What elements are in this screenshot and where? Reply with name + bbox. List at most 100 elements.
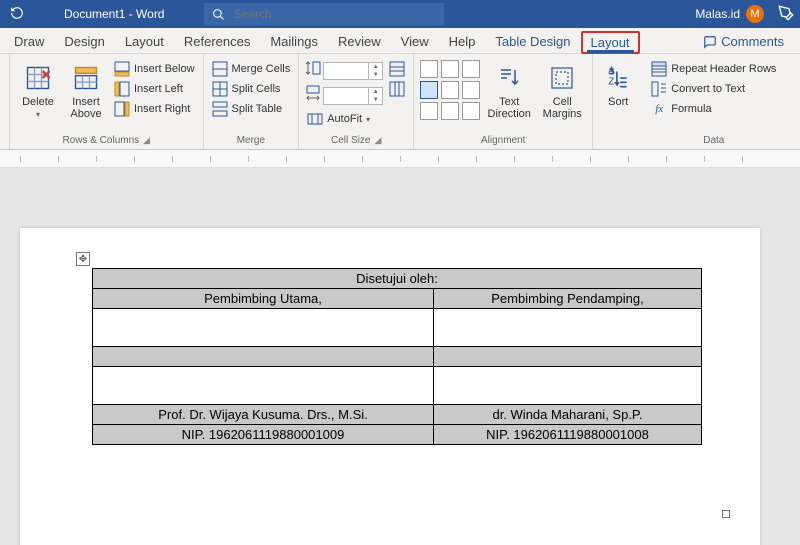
table-resize-handle[interactable] <box>722 510 730 518</box>
search-box[interactable] <box>204 3 444 25</box>
blank-cell[interactable] <box>93 367 434 405</box>
group-data: Repeat Header Rows Convert to Text fxFor… <box>643 54 784 149</box>
horizontal-ruler[interactable] <box>0 150 800 168</box>
document-table[interactable]: Disetujui oleh: Pembimbing Utama, Pembim… <box>92 268 702 445</box>
pen-icon[interactable] <box>778 5 794 24</box>
convert-text-icon <box>651 81 667 97</box>
col-width-input[interactable]: ▲▼ <box>323 87 383 105</box>
repeat-header-button[interactable]: Repeat Header Rows <box>649 60 778 78</box>
align-bottom-center[interactable] <box>441 102 459 120</box>
autofit-icon <box>307 111 323 127</box>
align-center[interactable] <box>441 81 459 99</box>
user-avatar[interactable]: M <box>746 5 764 23</box>
text-direction-button[interactable]: Text Direction <box>484 60 534 132</box>
col1-name[interactable]: Prof. Dr. Wijaya Kusuma. Drs., M.Si. <box>93 405 434 425</box>
delete-button[interactable]: Delete ▾ <box>16 60 60 132</box>
insert-right-button[interactable]: Insert Right <box>112 100 197 118</box>
split-table-button[interactable]: Split Table <box>210 100 293 118</box>
col1-nip[interactable]: NIP. 1962061119880001009 <box>93 425 434 445</box>
blank-shaded-cell[interactable] <box>93 347 434 367</box>
blank-shaded-cell[interactable] <box>434 347 702 367</box>
tab-draw[interactable]: Draw <box>4 30 54 53</box>
ribbon-tabs: Draw Design Layout References Mailings R… <box>0 28 800 54</box>
dialog-launcher-icon[interactable]: ◢ <box>143 135 150 146</box>
text-direction-icon <box>497 66 521 90</box>
svg-text:Z: Z <box>608 77 614 88</box>
tab-layout[interactable]: Layout <box>115 30 174 53</box>
blank-cell[interactable] <box>93 309 434 347</box>
col-width-icon <box>305 85 321 106</box>
merge-cells-button[interactable]: Merge Cells <box>210 60 293 78</box>
insert-right-icon <box>114 101 130 117</box>
group-merge: Merge Cells Split Cells Split Table Merg… <box>204 54 300 149</box>
convert-text-button[interactable]: Convert to Text <box>649 80 778 98</box>
blank-cell[interactable] <box>434 309 702 347</box>
tab-design[interactable]: Design <box>54 30 114 53</box>
split-cells-icon <box>212 81 228 97</box>
chevron-down-icon: ▾ <box>36 110 40 119</box>
autofit-button[interactable]: AutoFit ▾ <box>305 110 383 128</box>
comment-icon <box>703 35 717 49</box>
group-cell-size: ▲▼ ▲▼ AutoFit ▾ Cell Size◢ <box>299 54 414 149</box>
align-center-left[interactable] <box>420 81 438 99</box>
tab-table-layout[interactable]: Layout <box>581 31 640 54</box>
tab-review[interactable]: Review <box>328 30 391 53</box>
align-top-right[interactable] <box>462 60 480 78</box>
insert-below-button[interactable]: Insert Below <box>112 60 197 78</box>
tab-mailings[interactable]: Mailings <box>260 30 328 53</box>
align-bottom-left[interactable] <box>420 102 438 120</box>
alignment-grid <box>420 60 480 120</box>
svg-text:A: A <box>608 66 615 77</box>
delete-icon <box>24 64 52 92</box>
document-area[interactable]: ✥ Disetujui oleh: Pembimbing Utama, Pemb… <box>0 168 800 545</box>
formula-button[interactable]: fxFormula <box>649 100 778 118</box>
split-cells-button[interactable]: Split Cells <box>210 80 293 98</box>
distribute-cols-icon <box>389 81 405 97</box>
refresh-icon[interactable] <box>10 6 24 23</box>
distribute-cols-button[interactable] <box>387 80 407 98</box>
insert-left-button[interactable]: Insert Left <box>112 80 197 98</box>
row-height-icon <box>305 60 321 81</box>
dialog-launcher-icon[interactable]: ◢ <box>374 135 381 146</box>
group-sort: AZ Sort <box>593 54 643 149</box>
blank-cell[interactable] <box>434 367 702 405</box>
tab-view[interactable]: View <box>391 30 439 53</box>
cell-margins-button[interactable]: Cell Margins <box>538 60 586 132</box>
group-alignment: Text Direction Cell Margins Alignment <box>414 54 593 149</box>
ribbon: Delete ▾ Insert Above Insert Below Inser… <box>0 54 800 150</box>
insert-above-icon <box>72 64 100 92</box>
comments-button[interactable]: Comments <box>691 30 796 53</box>
user-name[interactable]: Malas.id <box>695 7 740 21</box>
align-top-left[interactable] <box>420 60 438 78</box>
page: ✥ Disetujui oleh: Pembimbing Utama, Pemb… <box>20 228 760 545</box>
distribute-rows-button[interactable] <box>387 60 407 78</box>
formula-icon: fx <box>651 101 667 117</box>
sort-icon: AZ <box>605 65 631 91</box>
col2-nip[interactable]: NIP. 1962061119880001008 <box>434 425 702 445</box>
align-bottom-right[interactable] <box>462 102 480 120</box>
merge-cells-icon <box>212 61 228 77</box>
sort-button[interactable]: AZ Sort <box>599 60 637 132</box>
split-table-icon <box>212 101 228 117</box>
distribute-rows-icon <box>389 61 405 77</box>
group-rows-columns: Delete ▾ Insert Above Insert Below Inser… <box>10 54 204 149</box>
search-input[interactable] <box>233 7 436 21</box>
table-move-handle[interactable]: ✥ <box>76 252 90 266</box>
col2-title[interactable]: Pembimbing Pendamping, <box>434 289 702 309</box>
tab-references[interactable]: References <box>174 30 260 53</box>
tab-help[interactable]: Help <box>439 30 486 53</box>
align-center-right[interactable] <box>462 81 480 99</box>
search-icon <box>212 8 225 21</box>
insert-below-icon <box>114 61 130 77</box>
col2-name[interactable]: dr. Winda Maharani, Sp.P. <box>434 405 702 425</box>
cell-margins-icon <box>550 66 574 90</box>
insert-left-icon <box>114 81 130 97</box>
table-header[interactable]: Disetujui oleh: <box>93 269 702 289</box>
insert-above-button[interactable]: Insert Above <box>64 60 108 132</box>
col1-title[interactable]: Pembimbing Utama, <box>93 289 434 309</box>
document-title: Document1 - Word <box>34 7 164 21</box>
repeat-header-icon <box>651 61 667 77</box>
align-top-center[interactable] <box>441 60 459 78</box>
tab-table-design[interactable]: Table Design <box>485 30 580 53</box>
row-height-input[interactable]: ▲▼ <box>323 62 383 80</box>
